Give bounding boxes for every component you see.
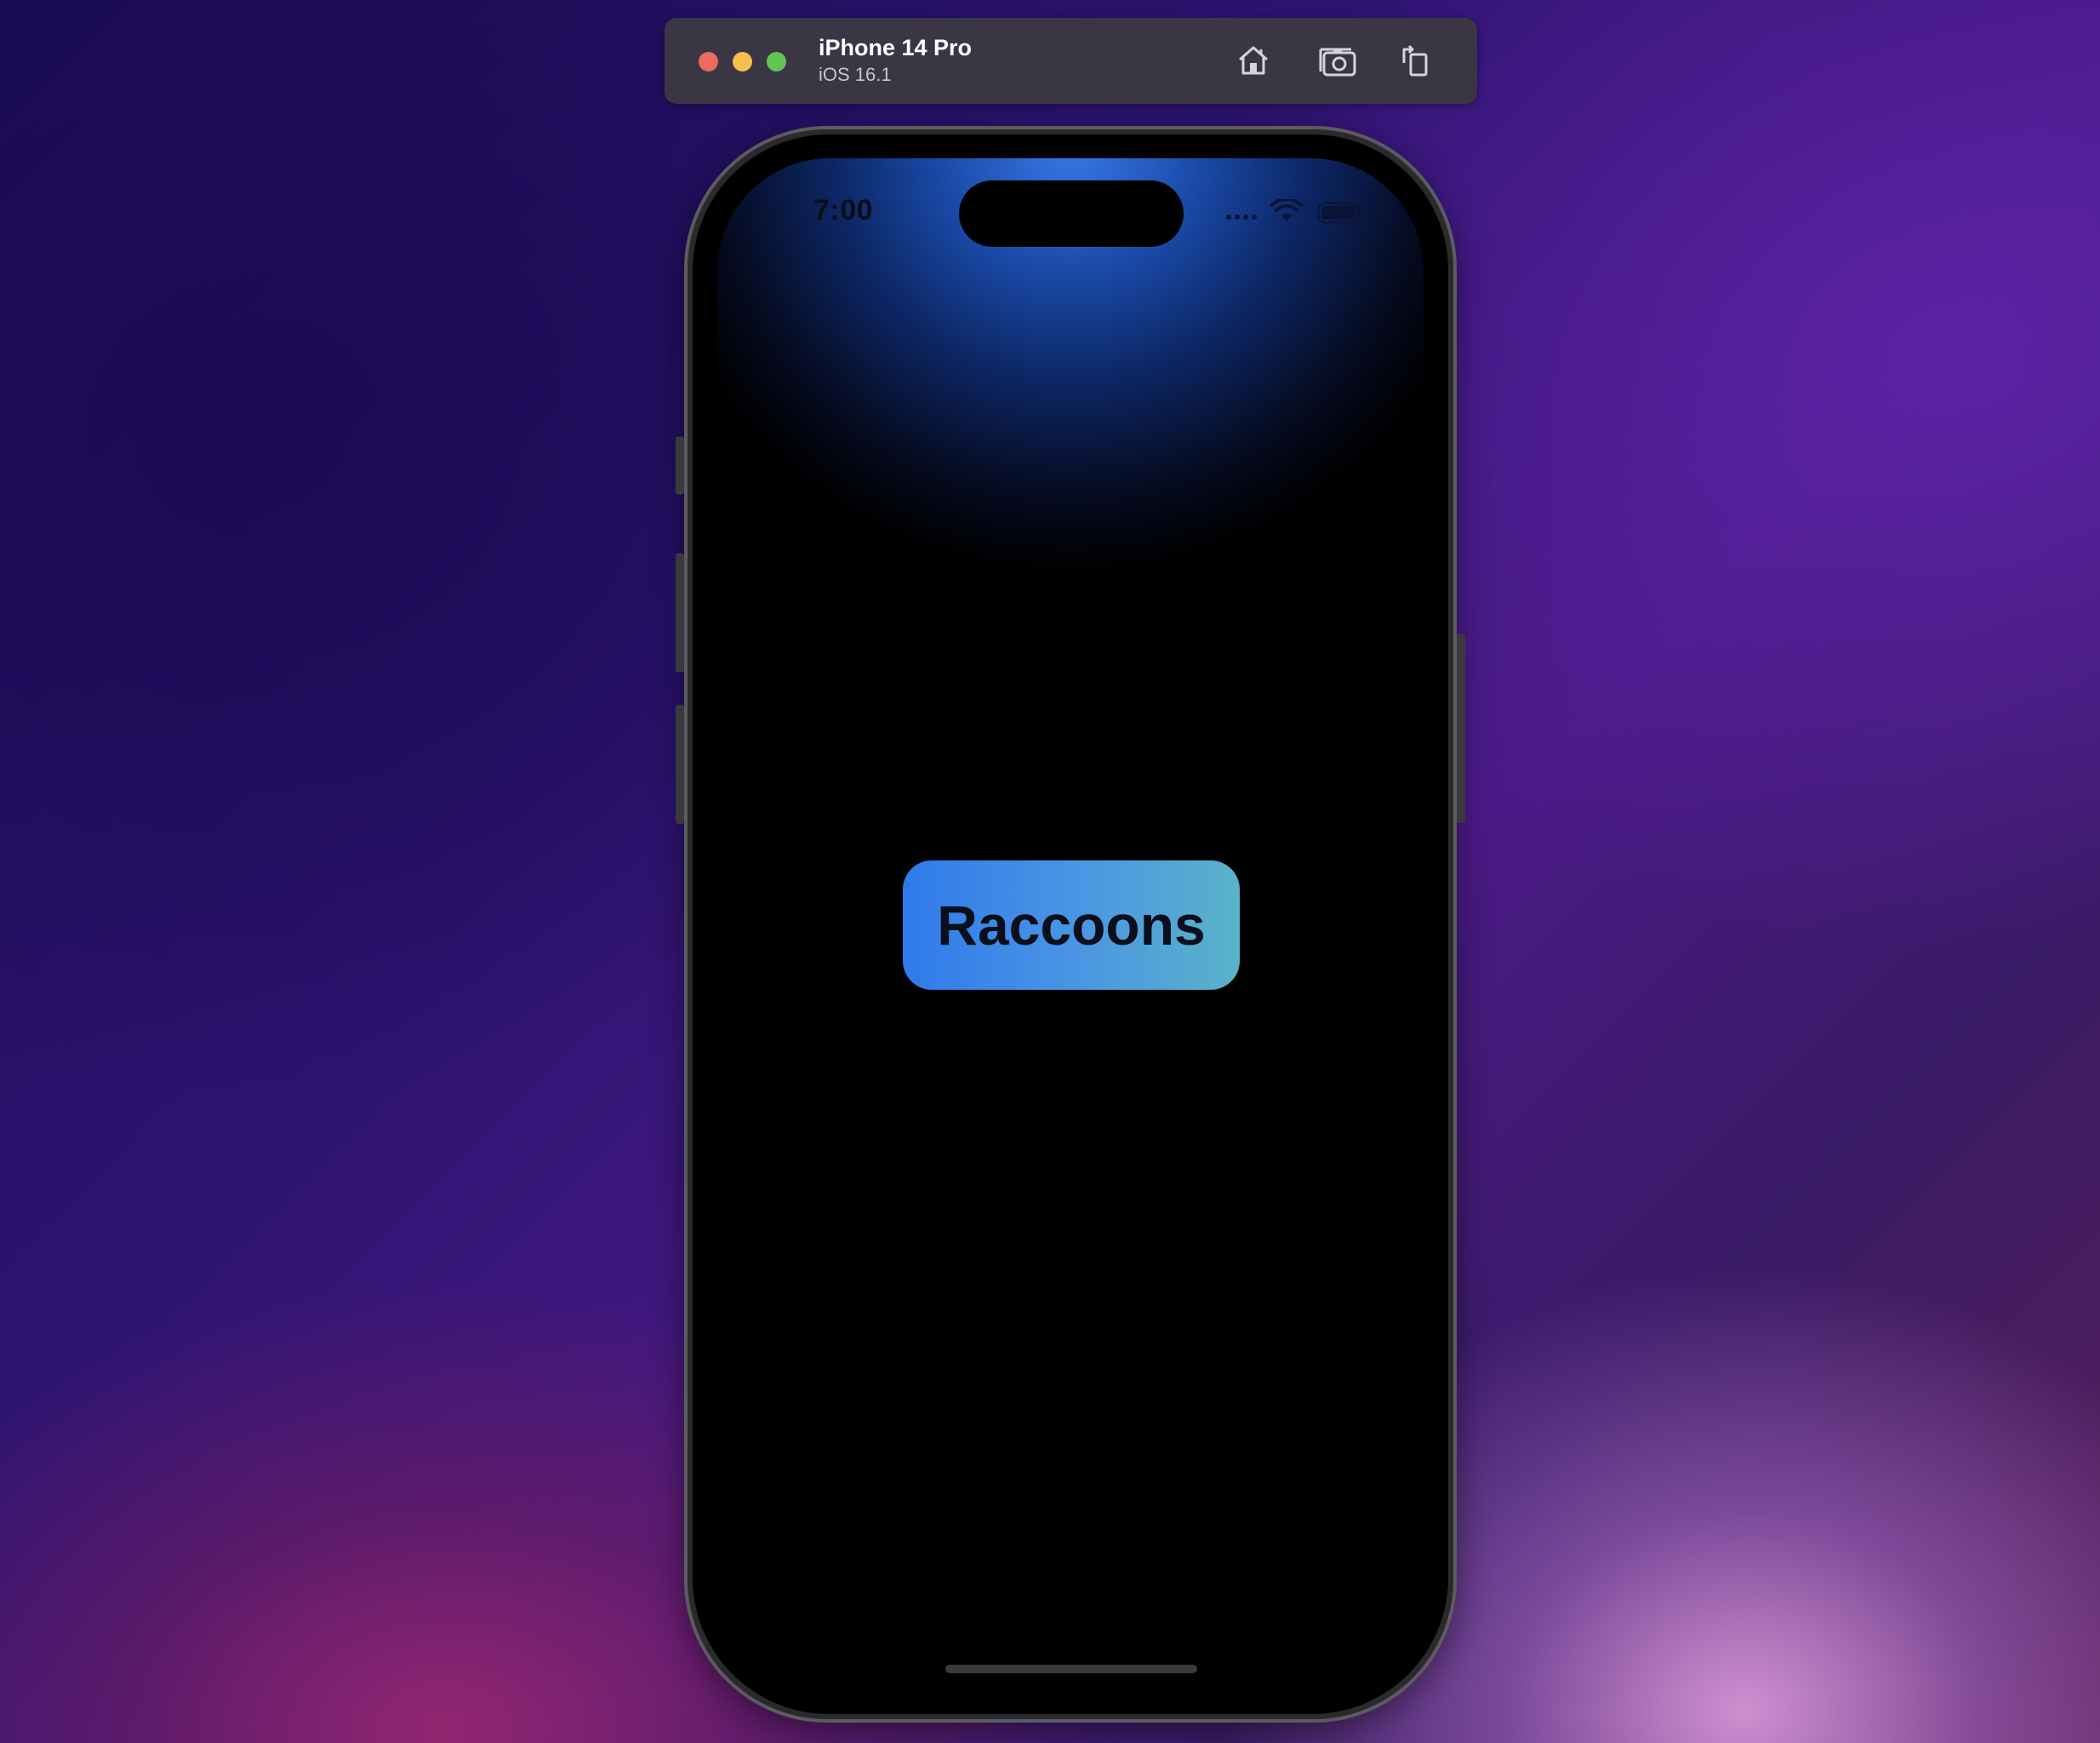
- action-button[interactable]: [676, 437, 684, 494]
- screenshot-button[interactable]: [1316, 38, 1361, 83]
- dynamic-island: [959, 180, 1184, 247]
- minimize-window-button[interactable]: [733, 52, 752, 71]
- rotate-button[interactable]: [1393, 38, 1437, 83]
- wifi-icon: [1270, 197, 1303, 227]
- rotate-icon: [1397, 43, 1433, 78]
- status-time: 7:00: [813, 194, 874, 226]
- battery-icon: [1317, 202, 1365, 228]
- phone-screen: 7:00 Raccoons: [717, 158, 1424, 1690]
- os-version: iOS 16.1: [819, 64, 892, 85]
- home-icon: [1235, 43, 1271, 78]
- close-window-button[interactable]: [699, 52, 718, 71]
- home-indicator[interactable]: [945, 1665, 1197, 1673]
- home-button[interactable]: [1231, 38, 1275, 83]
- zoom-window-button[interactable]: [767, 52, 786, 71]
- raccoons-button[interactable]: Raccoons: [903, 860, 1240, 990]
- cellular-signal-icon: [1226, 214, 1257, 220]
- volume-up-button[interactable]: [676, 553, 684, 672]
- screenshot-icon: [1319, 43, 1358, 78]
- simulator-titlebar: iPhone 14 Pro iOS 16.1: [665, 18, 1477, 104]
- volume-down-button[interactable]: [676, 705, 684, 824]
- power-button[interactable]: [1457, 634, 1465, 823]
- device-name: iPhone 14 Pro: [819, 35, 973, 60]
